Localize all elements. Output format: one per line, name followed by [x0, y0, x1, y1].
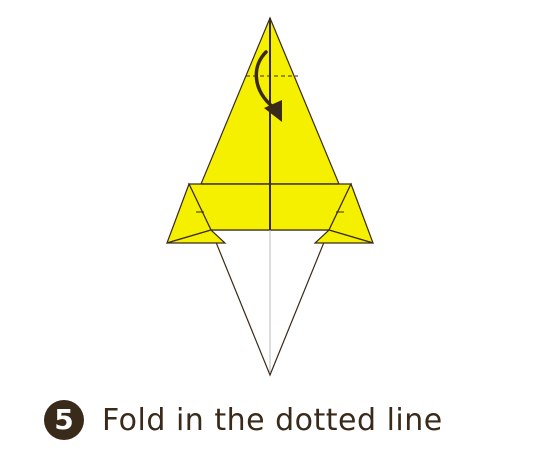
- origami-illustration: [166, 16, 374, 377]
- origami-step-diagram: 5 Fold in the dotted line: [0, 0, 539, 474]
- instruction-caption: 5 Fold in the dotted line: [44, 398, 443, 442]
- instruction-text: Fold in the dotted line: [102, 402, 443, 438]
- step-number-badge: 5: [44, 400, 84, 440]
